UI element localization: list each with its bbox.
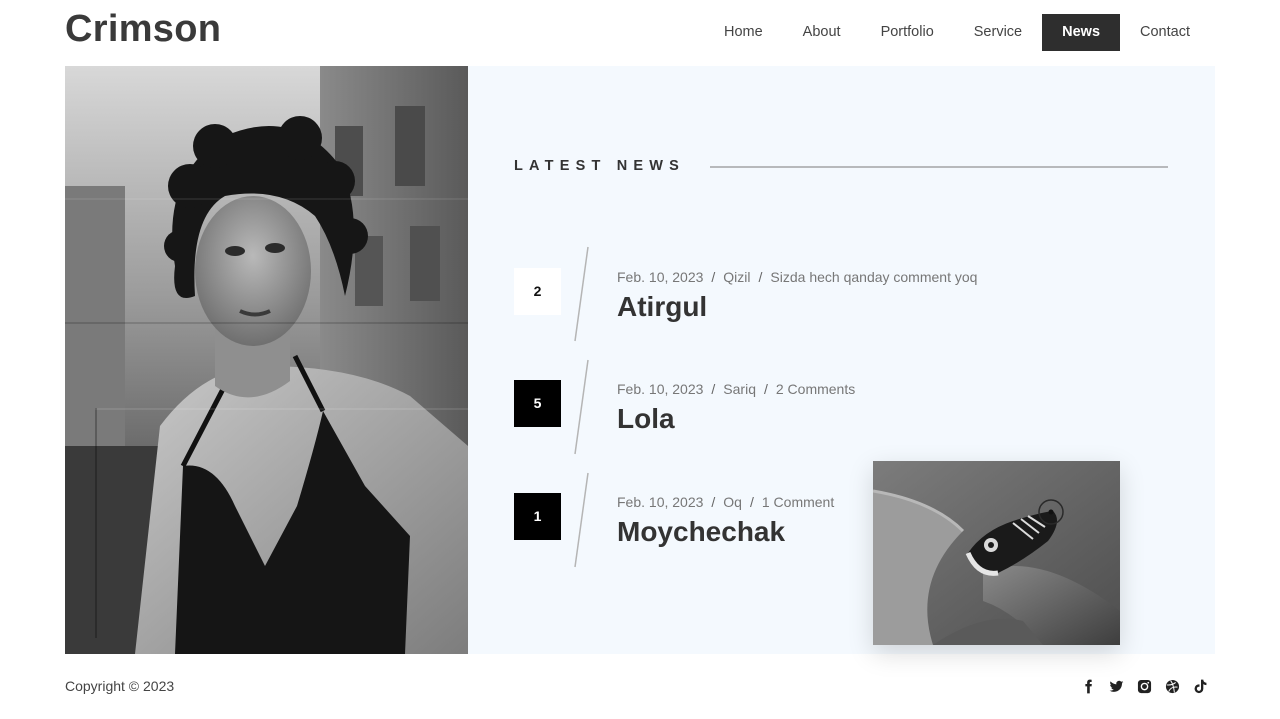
meta-separator: / [711, 494, 716, 510]
slash-divider [574, 472, 589, 568]
news-comments[interactable]: Sizda hech qanday comment yoq [770, 269, 977, 285]
dribbble-icon[interactable] [1165, 679, 1180, 694]
news-comments[interactable]: 2 Comments [776, 381, 855, 397]
news-meta: Feb. 10, 2023 / Sariq / 2 Comments [617, 381, 855, 397]
news-title[interactable]: Moychechak [617, 516, 785, 548]
meta-separator: / [711, 381, 716, 397]
social-links [1081, 679, 1208, 694]
news-preview-photo [873, 461, 1120, 645]
hero-portrait-photo [65, 66, 468, 654]
nav-service[interactable]: Service [954, 14, 1042, 51]
news-title[interactable]: Lola [617, 403, 675, 435]
news-meta: Feb. 10, 2023 / Qizil / Sizda hech qanday co… [617, 269, 977, 285]
news-date: Feb. 10, 2023 [617, 381, 704, 397]
meta-separator: / [749, 494, 754, 510]
news-item[interactable]: 1 Feb. 10, 2023 / Oq / 1 Comment Moychechak [514, 472, 934, 568]
nav-about[interactable]: About [783, 14, 861, 51]
meta-separator: / [758, 269, 763, 285]
main-nav: Home About Portfolio Service News Contac… [704, 14, 1210, 51]
news-date: Feb. 10, 2023 [617, 494, 704, 510]
nav-home[interactable]: Home [704, 14, 783, 51]
nav-news[interactable]: News [1042, 14, 1121, 51]
tiktok-icon[interactable] [1193, 679, 1208, 694]
slash-divider [574, 359, 589, 455]
section-heading: LATEST NEWS [514, 158, 686, 174]
meta-separator: / [711, 269, 716, 285]
nav-contact[interactable]: Contact [1120, 14, 1210, 51]
news-author[interactable]: Qizil [723, 269, 750, 285]
news-title[interactable]: Atirgul [617, 291, 707, 323]
meta-separator: / [763, 381, 768, 397]
news-author[interactable]: Sariq [723, 381, 756, 397]
slash-divider [574, 246, 589, 342]
heading-divider [710, 166, 1168, 168]
brand-logo[interactable]: Crimson [65, 8, 221, 51]
twitter-icon[interactable] [1109, 679, 1124, 694]
news-item[interactable]: 5 Feb. 10, 2023 / Sariq / 2 Comments Lola [514, 359, 934, 455]
news-comments[interactable]: 1 Comment [762, 494, 834, 510]
copyright-text: Copyright © 2023 [65, 678, 175, 694]
nav-portfolio[interactable]: Portfolio [861, 14, 954, 51]
news-number-badge: 2 [514, 268, 561, 315]
news-meta: Feb. 10, 2023 / Oq / 1 Comment [617, 494, 834, 510]
instagram-icon[interactable] [1137, 679, 1152, 694]
news-date: Feb. 10, 2023 [617, 269, 704, 285]
news-number-badge: 1 [514, 493, 561, 540]
facebook-icon[interactable] [1081, 679, 1096, 694]
news-number-badge: 5 [514, 380, 561, 427]
news-item[interactable]: 2 Feb. 10, 2023 / Qizil / Sizda hech qanday … [514, 246, 977, 342]
news-author[interactable]: Oq [723, 494, 742, 510]
